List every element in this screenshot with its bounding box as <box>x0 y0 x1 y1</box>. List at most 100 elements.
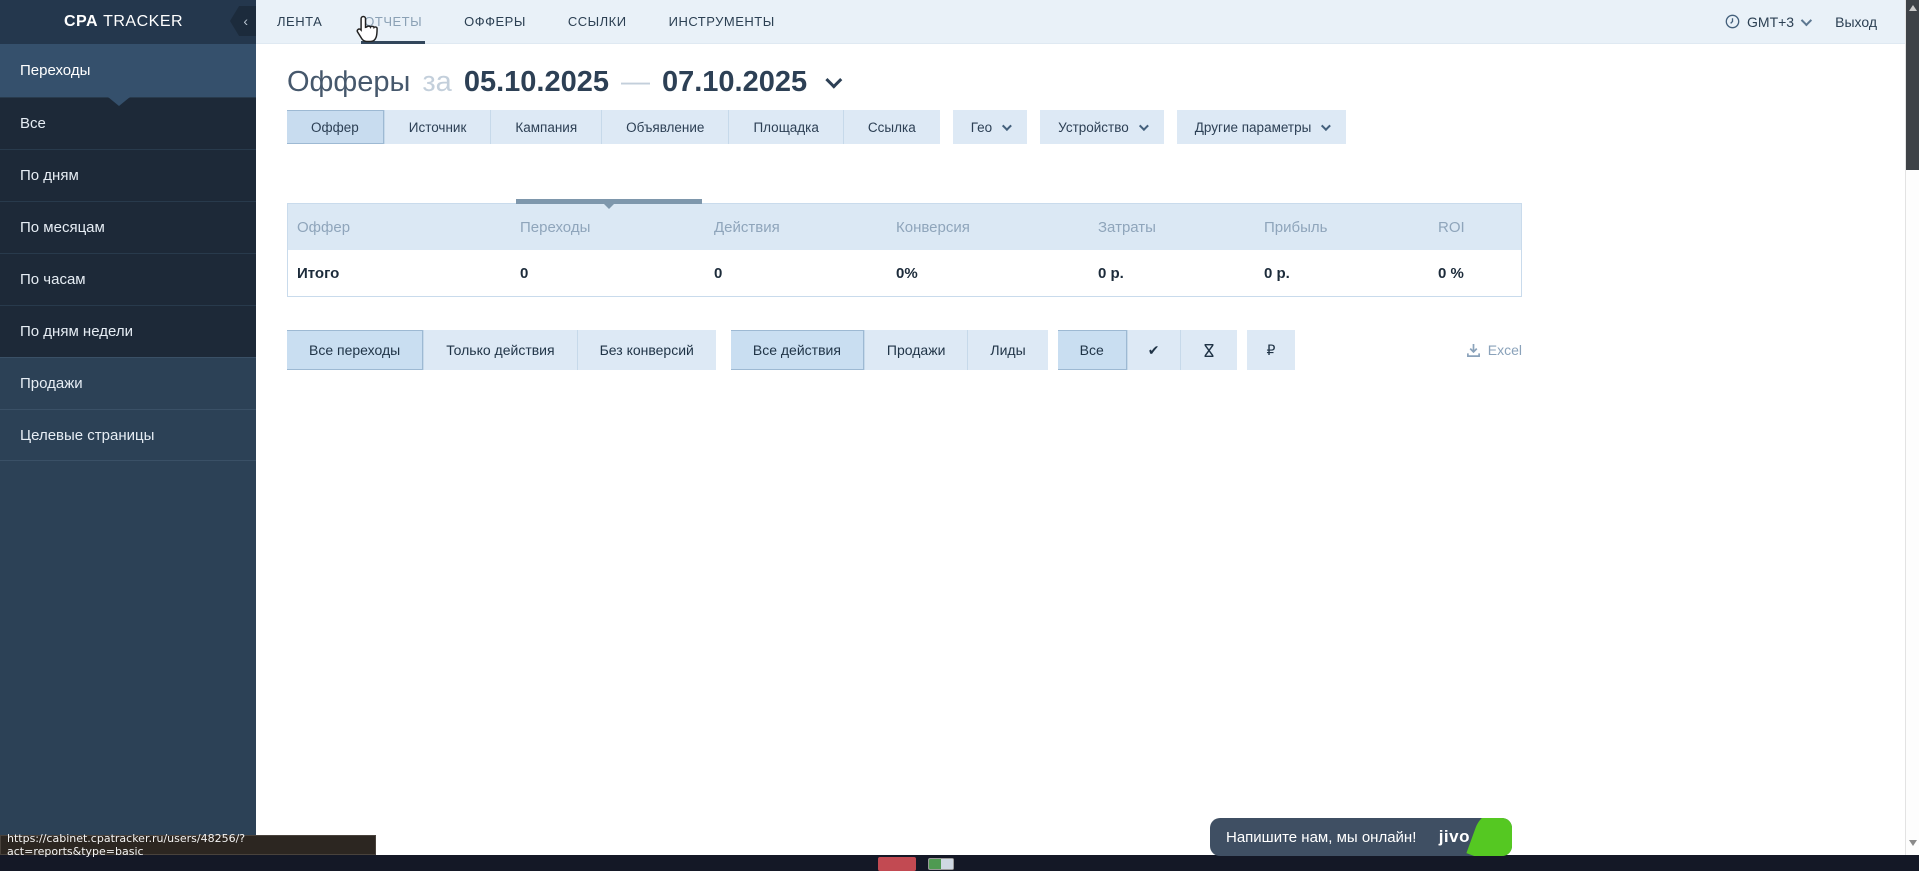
total-perehody: 0 <box>520 265 714 282</box>
filter-toolbar: Все переходы Только действия Без конверс… <box>287 330 1522 370</box>
column-header-konversiya[interactable]: Конверсия <box>896 219 1098 236</box>
sidebar-item-label: Все <box>20 115 46 132</box>
sidebar-item-label: Продажи <box>20 375 83 392</box>
total-roi: 0 % <box>1438 265 1521 282</box>
taskbar-red-item[interactable] <box>878 857 916 871</box>
report-title: Офферы за 05.10.2025 — 07.10.2025 <box>287 66 837 99</box>
table-header-row: Оффер Переходы Действия Конверсия Затрат… <box>288 204 1521 250</box>
filter-lidy[interactable]: Лиды <box>967 330 1047 370</box>
sidebar-item-po-dnyam[interactable]: По дням <box>0 149 256 201</box>
column-header-zatraty[interactable]: Затраты <box>1098 219 1264 236</box>
scroll-down-icon[interactable] <box>1909 840 1917 846</box>
main-content: Офферы за 05.10.2025 — 07.10.2025 Оффер … <box>256 44 1905 838</box>
nav-tab-instrumenty[interactable]: ИНСТРУМЕНТЫ <box>648 0 796 44</box>
nav-tab-ssylki[interactable]: ССЫЛКИ <box>547 0 648 44</box>
status-filter-group: Все ✔ <box>1058 330 1237 370</box>
actions-filter-group: Все действия Продажи Лиды <box>731 330 1048 370</box>
jivo-leaf-icon <box>1466 818 1512 856</box>
date-to[interactable]: 07.10.2025 <box>662 66 807 99</box>
column-header-deystviya[interactable]: Действия <box>714 219 896 236</box>
clock-icon <box>1725 14 1740 29</box>
sidebar-item-label: По часам <box>20 271 86 288</box>
nav-tab-offery[interactable]: ОФФЕРЫ <box>443 0 547 44</box>
vertical-scrollbar[interactable] <box>1905 0 1919 855</box>
check-icon: ✔ <box>1148 342 1160 359</box>
url-text: https://cabinet.cpatracker.ru/users/4825… <box>7 832 375 858</box>
date-range-chevron-icon[interactable] <box>825 71 842 88</box>
sidebar-item-po-mesyacam[interactable]: По месяцам <box>0 201 256 253</box>
nav-right-group: GMT+3 Выход <box>1725 14 1905 30</box>
sidebar-item-prodazhi[interactable]: Продажи <box>0 357 256 409</box>
currency-ruble-button[interactable]: ₽ <box>1247 330 1296 370</box>
timezone-selector[interactable]: GMT+3 <box>1725 14 1809 30</box>
title-preposition: за <box>422 66 451 99</box>
active-section-notch <box>108 97 130 106</box>
report-table: Оффер Переходы Действия Конверсия Затрат… <box>287 203 1522 297</box>
nav-tab-label: ОФФЕРЫ <box>464 14 526 29</box>
sidebar-item-perehody[interactable]: Переходы <box>0 44 256 97</box>
chat-widget[interactable]: Напишите нам, мы онлайн! jivo <box>1210 818 1512 856</box>
sidebar-item-celevye-stranicy[interactable]: Целевые страницы <box>0 409 256 461</box>
filter-vse-perehody[interactable]: Все переходы <box>287 330 423 370</box>
nav-tab-lenta[interactable]: ЛЕНТА <box>256 0 343 44</box>
tab-obyavlenie[interactable]: Объявление <box>601 110 728 144</box>
tab-ssylka[interactable]: Ссылка <box>843 110 940 144</box>
tab-ploshchadka[interactable]: Площадка <box>728 110 842 144</box>
collapse-chevron-icon: ‹ <box>243 13 248 29</box>
sidebar-item-po-chasam[interactable]: По часам <box>0 253 256 305</box>
other-params-dropdown[interactable]: Другие параметры <box>1177 110 1347 144</box>
filter-tolko-deystviya[interactable]: Только действия <box>423 330 576 370</box>
tab-label: Оффер <box>311 120 359 135</box>
download-icon <box>1466 343 1481 358</box>
total-konversiya: 0% <box>896 265 1098 282</box>
excel-export-button[interactable]: Excel <box>1466 342 1522 358</box>
hourglass-icon <box>1201 342 1217 359</box>
total-zatraty: 0 р. <box>1098 265 1264 282</box>
tab-istochnik[interactable]: Источник <box>384 110 491 144</box>
scrollbar-thumb[interactable] <box>1906 0 1919 170</box>
scroll-up-icon[interactable] <box>1909 5 1917 11</box>
column-header-roi[interactable]: ROI <box>1438 219 1521 236</box>
filter-status-pending[interactable] <box>1180 330 1237 370</box>
filter-status-approved[interactable]: ✔ <box>1127 330 1180 370</box>
top-navigation: ЛЕНТА ОТЧЕТЫ ОФФЕРЫ ССЫЛКИ ИНСТРУМЕНТЫ G… <box>256 0 1905 44</box>
tab-label: Источник <box>409 120 467 135</box>
filter-prodazhi[interactable]: Продажи <box>864 330 967 370</box>
date-from[interactable]: 05.10.2025 <box>464 66 609 99</box>
sidebar: CPA TRACKER ‹ Переходы Все По дням По ме… <box>0 0 256 838</box>
dimension-tab-group: Оффер Источник Кампания Объявление Площа… <box>287 110 940 144</box>
nav-tab-otchety[interactable]: ОТЧЕТЫ <box>343 0 443 44</box>
sort-indicator <box>516 199 702 204</box>
filter-status-vse[interactable]: Все <box>1058 330 1127 370</box>
filter-bez-konversiy[interactable]: Без конверсий <box>577 330 716 370</box>
column-header-perehody[interactable]: Переходы <box>520 219 714 236</box>
sidebar-item-label: По дням <box>20 167 79 184</box>
table-row-total: Итого 0 0 0% 0 р. 0 р. 0 % <box>288 250 1521 296</box>
sidebar-item-label: Целевые страницы <box>20 427 154 444</box>
chevron-down-icon <box>1801 14 1812 25</box>
tab-label: Площадка <box>753 120 818 135</box>
ruble-icon: ₽ <box>1267 342 1276 359</box>
tab-label: Объявление <box>626 120 704 135</box>
total-pribyl: 0 р. <box>1264 265 1438 282</box>
column-header-offer[interactable]: Оффер <box>288 219 520 236</box>
nav-tab-label: ИНСТРУМЕНТЫ <box>669 14 775 29</box>
jivo-logo: jivo <box>1439 827 1470 847</box>
column-header-pribyl[interactable]: Прибыль <box>1264 219 1438 236</box>
device-dropdown[interactable]: Устройство <box>1040 110 1164 144</box>
sidebar-item-po-dnyam-nedeli[interactable]: По дням недели <box>0 305 256 357</box>
sidebar-collapse-button[interactable]: ‹ <box>230 6 256 36</box>
tab-kampaniya[interactable]: Кампания <box>490 110 601 144</box>
sidebar-item-label: По дням недели <box>20 323 133 340</box>
dropdown-label: Гео <box>971 120 992 135</box>
chat-message: Напишите нам, мы онлайн! <box>1226 829 1416 846</box>
chevron-down-icon <box>1002 121 1012 131</box>
taskbar-green-item[interactable] <box>928 858 954 870</box>
filter-label: Только действия <box>446 342 554 358</box>
dropdown-label: Другие параметры <box>1195 120 1312 135</box>
logout-link[interactable]: Выход <box>1835 14 1877 30</box>
tab-offer[interactable]: Оффер <box>287 110 384 144</box>
geo-dropdown[interactable]: Гео <box>953 110 1027 144</box>
filter-vse-deystviya[interactable]: Все действия <box>731 330 864 370</box>
tab-label: Кампания <box>515 120 577 135</box>
